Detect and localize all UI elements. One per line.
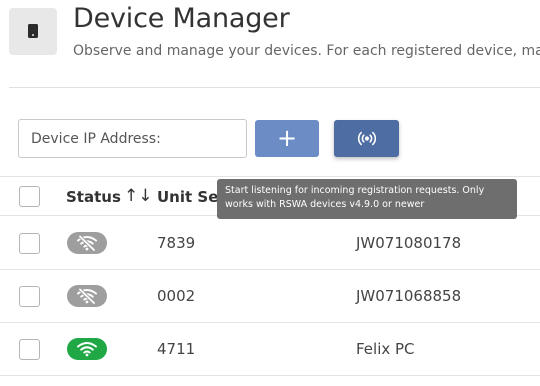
row-checkbox[interactable]	[19, 339, 40, 360]
device-icon	[9, 8, 57, 55]
device-ip-input[interactable]	[18, 119, 247, 158]
sort-icon[interactable]: ↑↓	[124, 186, 153, 206]
column-status-header[interactable]: Status	[66, 188, 121, 206]
page-title: Device Manager	[73, 3, 290, 34]
listen-tooltip: Start listening for incoming registratio…	[217, 179, 517, 219]
add-device-button[interactable]: +	[255, 120, 319, 157]
listen-registration-button[interactable]	[334, 120, 399, 157]
device-name: JW071068858	[356, 287, 462, 305]
divider	[9, 87, 540, 88]
status-offline-badge	[67, 285, 107, 307]
wifi-off-icon	[77, 288, 97, 304]
row-checkbox[interactable]	[19, 233, 40, 254]
status-online-badge	[67, 338, 107, 360]
column-unit-header[interactable]: Unit Ser	[157, 188, 226, 206]
wifi-icon	[77, 342, 97, 357]
unit-serial: 4711	[157, 340, 196, 358]
page-subtitle: Observe and manage your devices. For eac…	[73, 43, 540, 59]
unit-serial: 0002	[157, 287, 196, 305]
select-all-checkbox[interactable]	[19, 186, 40, 207]
device-name: Felix PC	[356, 340, 415, 358]
unit-serial: 7839	[157, 234, 196, 252]
status-offline-badge	[67, 232, 107, 254]
wifi-off-icon	[77, 235, 97, 251]
device-name: JW071080178	[356, 234, 462, 252]
broadcast-icon	[357, 131, 377, 146]
row-checkbox[interactable]	[19, 286, 40, 307]
